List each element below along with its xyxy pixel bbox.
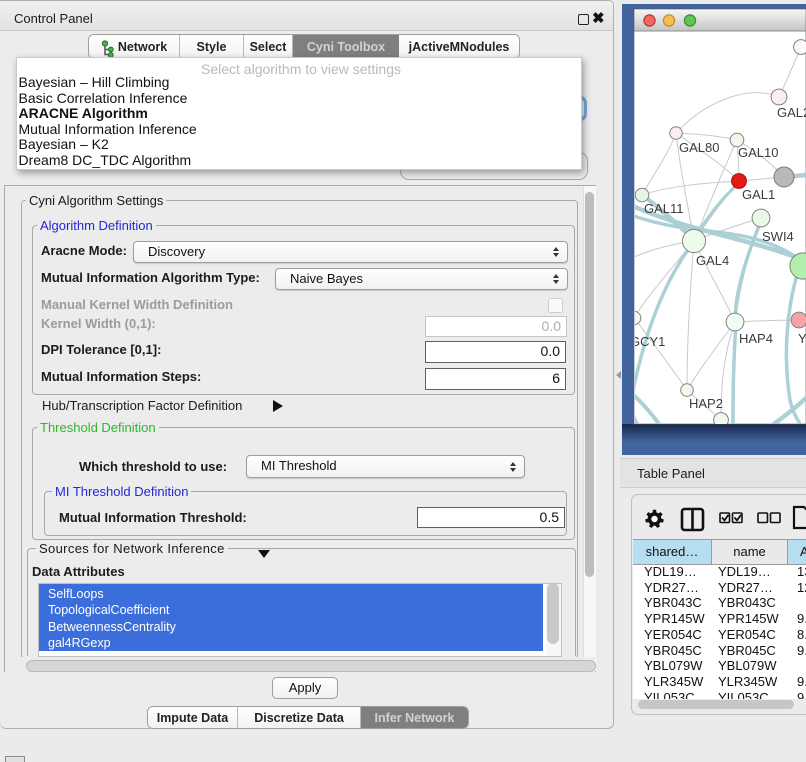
- svg-text:YD: YD: [798, 331, 806, 346]
- svg-text:HAP4: HAP4: [739, 331, 773, 346]
- svg-text:GAL1: GAL1: [742, 187, 775, 202]
- svg-text:GAL80: GAL80: [679, 140, 719, 155]
- svg-text:GAL10: GAL10: [738, 145, 778, 160]
- svg-text:HAP2: HAP2: [689, 396, 723, 411]
- svg-text:GCY1: GCY1: [630, 334, 665, 349]
- svg-text:GAL4: GAL4: [696, 253, 729, 268]
- svg-text:GAL11: GAL11: [644, 201, 684, 216]
- svg-text:GAL2: GAL2: [777, 105, 806, 120]
- svg-text:SWI4: SWI4: [762, 229, 794, 244]
